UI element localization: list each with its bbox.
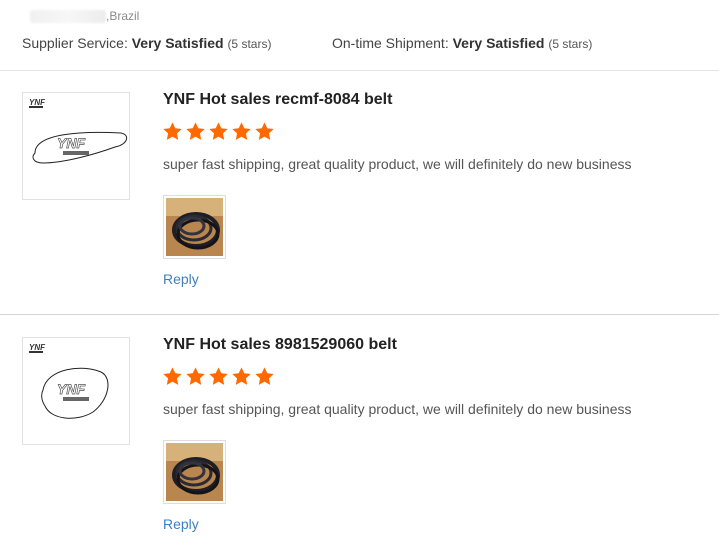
- review-header: ,Brazil Supplier Service: Very Satisfied…: [0, 0, 719, 71]
- star-icon: [232, 367, 251, 385]
- svg-text:YNF: YNF: [57, 135, 85, 151]
- reply-link[interactable]: Reply: [163, 271, 199, 287]
- location-country: ,Brazil: [106, 9, 140, 23]
- rating-stars: [162, 121, 275, 145]
- product-title[interactable]: YNF Hot sales 8981529060 belt: [163, 336, 397, 354]
- review-text: super fast shipping, great quality produ…: [163, 401, 632, 417]
- product-thumbnail[interactable]: YNF YNF: [22, 92, 130, 200]
- star-icon: [209, 367, 228, 385]
- belt-photo: [166, 443, 223, 501]
- star-icon: [186, 367, 205, 385]
- product-image: YNF YNF: [29, 343, 109, 419]
- star-icon: [209, 122, 228, 140]
- star-icon: [186, 122, 205, 140]
- rating-stars: [162, 366, 275, 390]
- svg-text:YNF: YNF: [57, 381, 85, 397]
- supplier-service-label: Supplier Service:: [22, 35, 128, 51]
- review-item: YNF YNF YNF Hot sales 8981529060 belt su…: [0, 315, 719, 547]
- review-text: super fast shipping, great quality produ…: [163, 156, 632, 172]
- shipment-rating: On-time Shipment: Very Satisfied (5 star…: [332, 35, 592, 51]
- reviewer-location: ,Brazil: [30, 9, 139, 23]
- svg-text:YNF: YNF: [29, 343, 46, 352]
- product-image: YNF YNF: [29, 98, 128, 164]
- shipment-value: Very Satisfied: [452, 35, 545, 51]
- supplier-service-stars: (5 stars): [227, 37, 272, 51]
- star-icon: [255, 367, 274, 385]
- star-icon: [163, 122, 182, 140]
- review-photo[interactable]: [163, 195, 226, 259]
- review-item: YNF YNF YNF Hot sales recmf-8084 belt su…: [0, 70, 719, 315]
- product-thumbnail[interactable]: YNF YNF: [22, 337, 130, 445]
- reply-link[interactable]: Reply: [163, 516, 199, 532]
- review-photo[interactable]: [163, 440, 226, 504]
- product-title[interactable]: YNF Hot sales recmf-8084 belt: [163, 91, 392, 109]
- shipment-label: On-time Shipment:: [332, 35, 449, 51]
- belt-photo: [166, 198, 223, 256]
- star-icon: [255, 122, 274, 140]
- supplier-service-value: Very Satisfied: [131, 35, 224, 51]
- star-icon: [163, 367, 182, 385]
- star-icon: [232, 122, 251, 140]
- supplier-service-rating: Supplier Service: Very Satisfied (5 star…: [22, 35, 271, 51]
- svg-text:YNF: YNF: [29, 98, 46, 107]
- shipment-stars: (5 stars): [548, 37, 593, 51]
- blurred-name: [30, 9, 106, 23]
